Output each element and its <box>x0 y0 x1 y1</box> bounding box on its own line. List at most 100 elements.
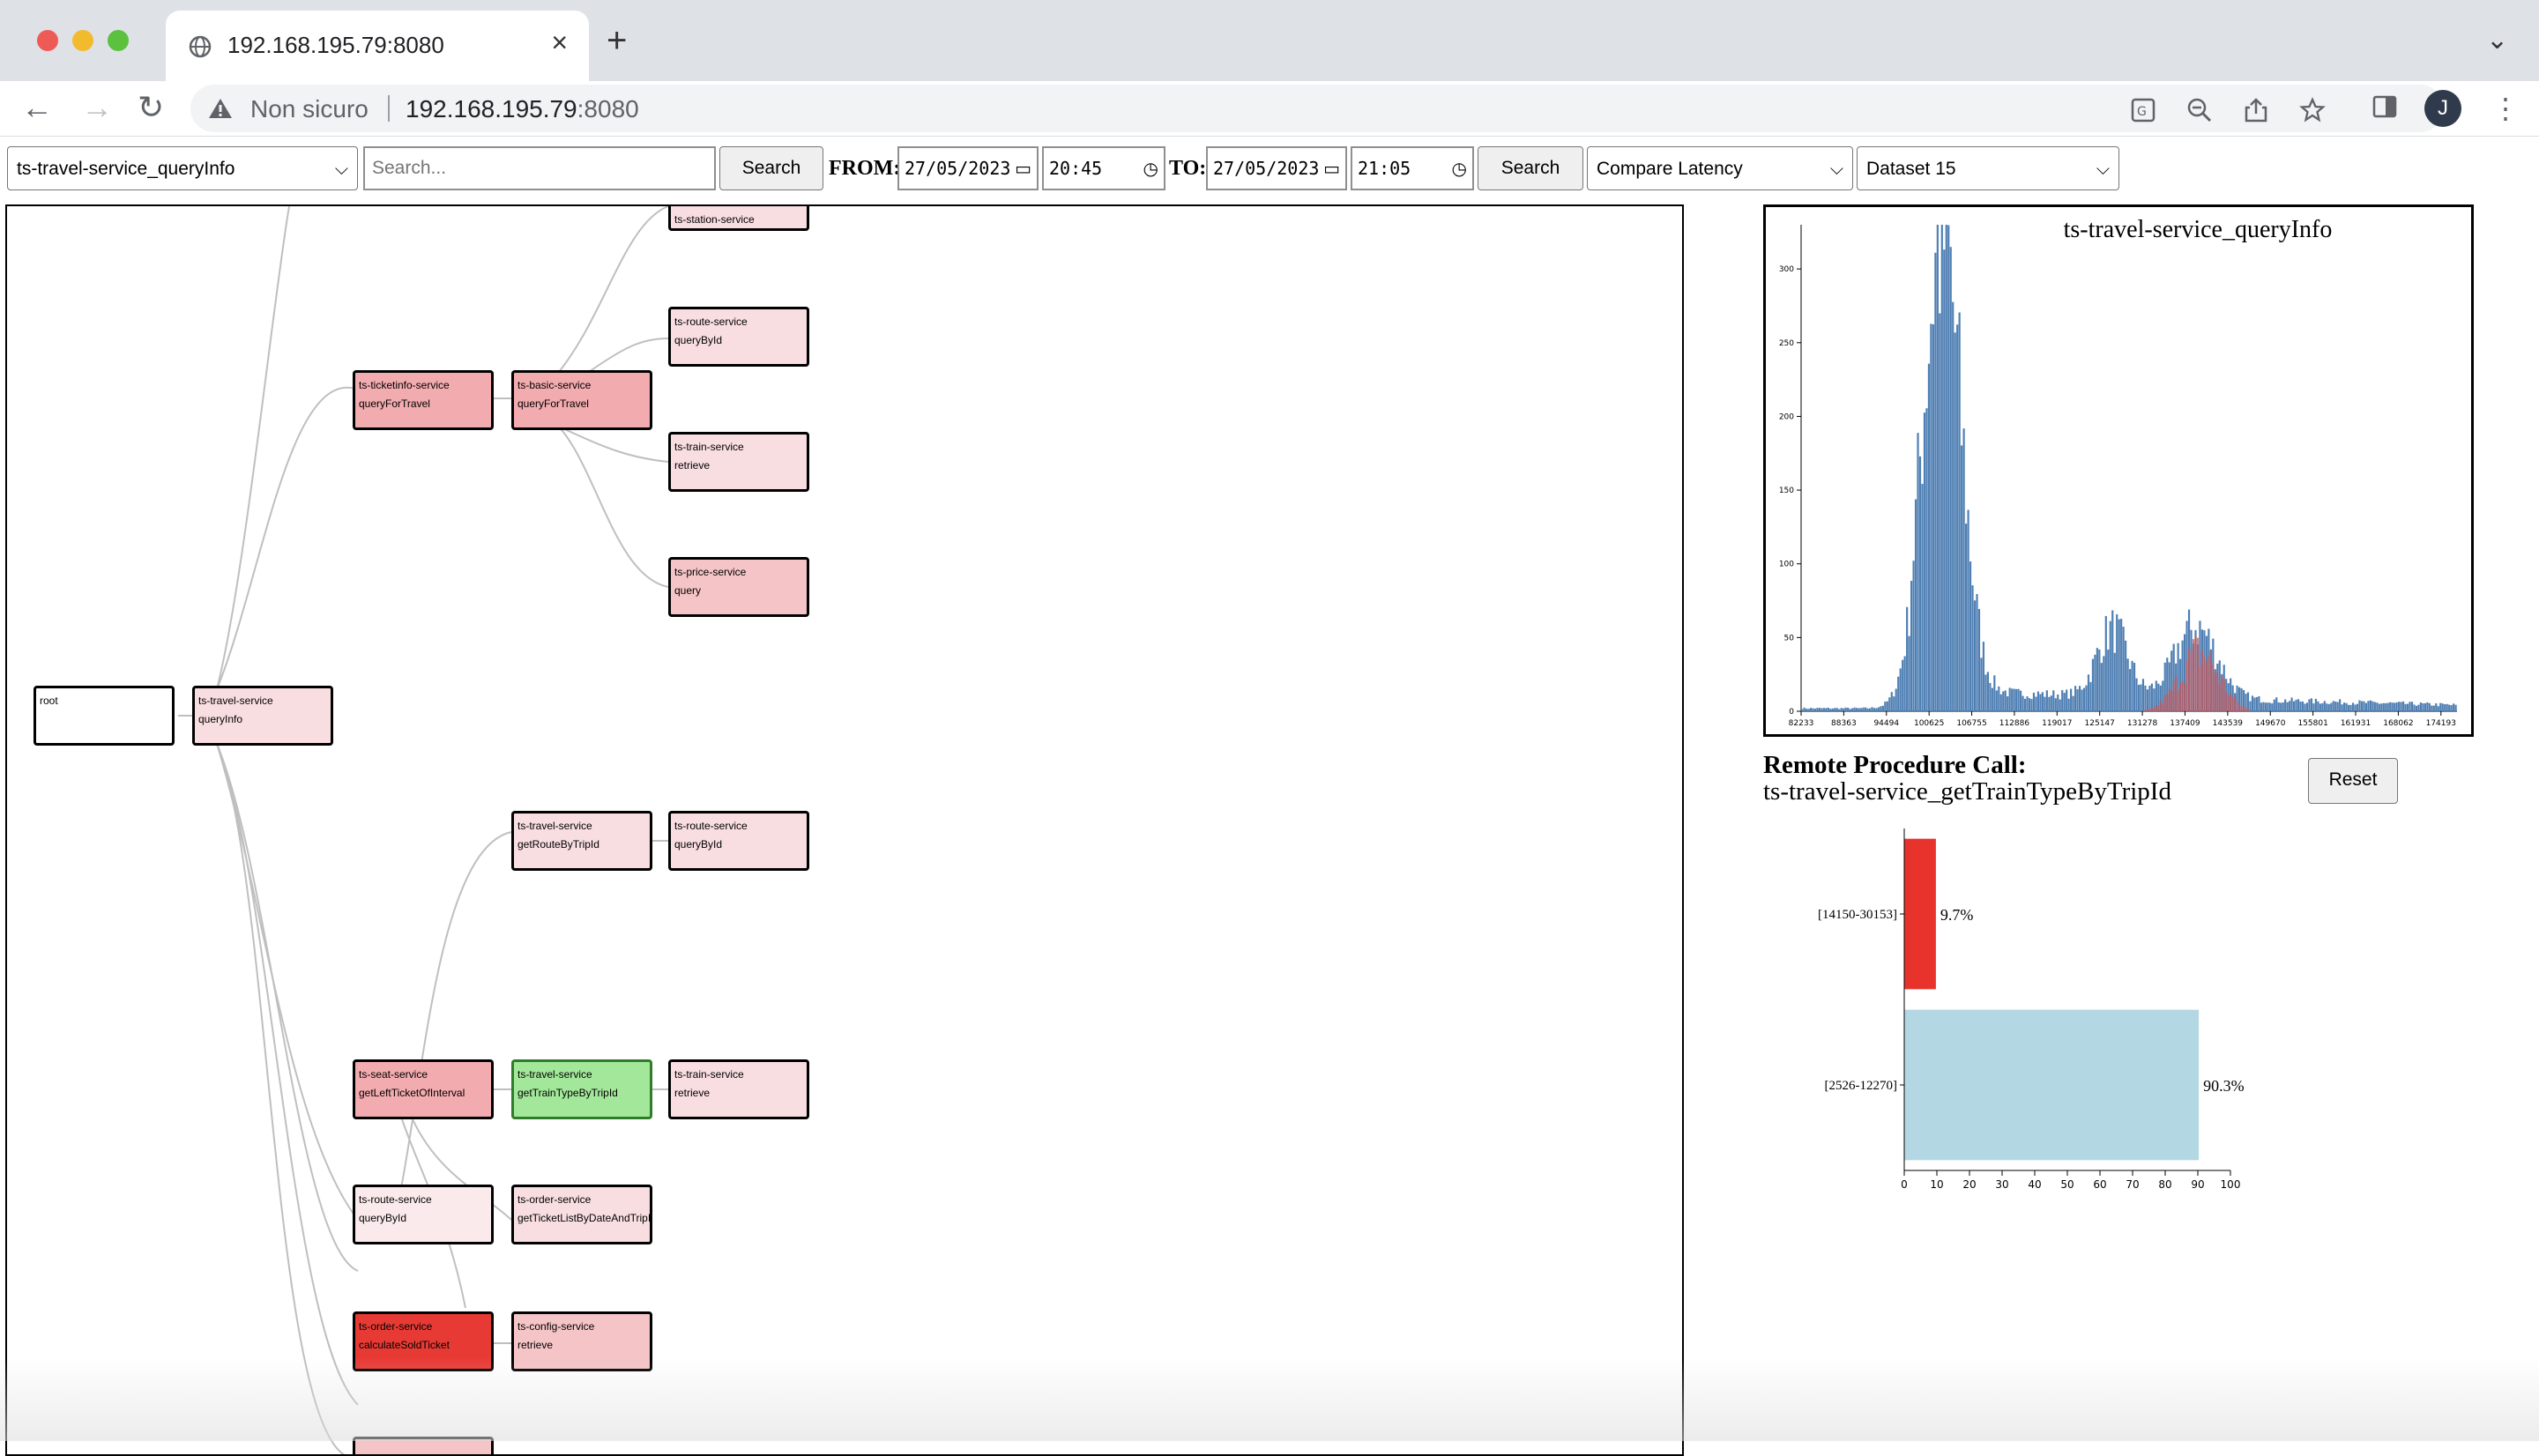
tree-node-seat[interactable]: ts-seat-service getLeftTicketOfInterval <box>353 1059 494 1119</box>
histogram-bar <box>2044 696 2046 711</box>
address-bar[interactable]: Non sicuro 192.168.195.79:8080 G <box>190 85 2444 132</box>
histogram-bar <box>1844 707 1847 711</box>
y-tick-label: 100 <box>1779 561 1794 569</box>
histogram-bar <box>2351 702 2355 711</box>
histogram-bar <box>2002 691 2005 711</box>
clock-icon[interactable]: ◷ <box>1452 148 1467 189</box>
x-tick-label: 174193 <box>2426 719 2456 728</box>
histogram-bar <box>2150 708 2153 711</box>
histogram-bar <box>2166 694 2169 711</box>
rpc-bar[interactable] <box>1904 1009 2200 1161</box>
tree-node-operation: queryForTravel <box>359 397 430 410</box>
histogram-bar <box>2074 686 2077 711</box>
browser-tab[interactable]: 192.168.195.79:8080 × <box>166 11 589 81</box>
close-window-button[interactable] <box>37 30 58 51</box>
avatar[interactable]: J <box>2424 90 2461 127</box>
tree-node-train1[interactable]: ts-train-service retrieve <box>668 432 809 492</box>
histogram-bar <box>2336 702 2339 711</box>
histogram-bar <box>2061 690 2064 711</box>
tree-node-station[interactable]: ts-station-service queryForStationId <box>668 206 809 231</box>
service-select[interactable]: ts-travel-service_queryInfo ⌵ <box>7 146 358 190</box>
url-text[interactable]: 192.168.195.79:8080 <box>406 95 639 123</box>
share-icon[interactable] <box>2243 97 2269 123</box>
histogram-bar <box>2184 683 2186 711</box>
histogram-bar <box>2153 708 2156 711</box>
histogram-bar <box>1873 708 1876 711</box>
histogram-bar <box>2015 688 2018 711</box>
tree-node-basic[interactable]: ts-basic-service queryForTravel <box>511 370 652 430</box>
mode-select[interactable]: Compare Latency ⌵ <box>1587 146 1853 190</box>
to-date-value: 27/05/2023 <box>1213 158 1320 179</box>
bookmark-star-icon[interactable] <box>2299 97 2326 123</box>
histogram-bar <box>2052 690 2055 711</box>
tree-node-root[interactable]: root <box>34 686 175 746</box>
histogram-bar <box>2280 702 2282 711</box>
side-panel-icon[interactable] <box>2371 93 2398 120</box>
tree-node-service: ts-train-service <box>674 441 744 453</box>
chevron-down-icon[interactable]: ⌄ <box>2486 25 2508 56</box>
reload-button[interactable]: ↻ <box>138 88 164 127</box>
calendar-icon[interactable]: ▭ <box>1323 148 1340 189</box>
x-tick-label: 88363 <box>1831 719 1857 728</box>
zoom-out-icon[interactable] <box>2186 97 2213 123</box>
tree-node-order1[interactable]: ts-order-service getTicketListByDateAndTr… <box>511 1185 652 1244</box>
histogram-bar <box>1805 709 1808 711</box>
maximize-window-button[interactable] <box>108 30 129 51</box>
back-button[interactable]: ← <box>21 88 53 127</box>
translate-icon[interactable]: G <box>2130 97 2156 123</box>
to-date-input[interactable]: 27/05/2023 ▭ <box>1206 146 1347 190</box>
tree-node-route2[interactable]: ts-route-service queryById <box>668 811 809 871</box>
search-range-button[interactable]: Search <box>1478 146 1583 190</box>
clock-icon[interactable]: ◷ <box>1143 148 1158 189</box>
histogram-bar <box>2230 693 2232 711</box>
histogram-bar <box>2367 701 2370 711</box>
tree-node-route3[interactable]: ts-route-service queryById <box>353 1185 494 1244</box>
tree-node-travel3[interactable]: ts-travel-service getTrainTypeByTripId <box>511 1059 652 1119</box>
more-menu-icon[interactable]: ⋮ <box>2491 92 2520 125</box>
x-tick-label: 0 <box>1901 1178 1908 1191</box>
search-input[interactable]: Search... <box>363 146 716 190</box>
histogram-bar <box>2448 704 2451 711</box>
tree-node-travel2[interactable]: ts-travel-service getRouteByTripId <box>511 811 652 871</box>
reset-button[interactable]: Reset <box>2308 758 2398 804</box>
tree-node-ticketinfo[interactable]: ts-ticketinfo-service queryForTravel <box>353 370 494 430</box>
histogram-bar <box>2157 705 2160 711</box>
histogram-bar <box>1969 561 1972 711</box>
histogram-bar <box>2170 690 2173 711</box>
security-label[interactable]: Non sicuro <box>250 95 369 123</box>
calendar-icon[interactable]: ▭ <box>1015 148 1031 189</box>
histogram-bar <box>2282 702 2284 711</box>
tree-node-operation: retrieve <box>517 1339 554 1351</box>
search-button[interactable]: Search <box>719 146 823 190</box>
from-date-input[interactable]: 27/05/2023 ▭ <box>897 146 1039 190</box>
histogram-bar <box>2317 701 2319 711</box>
histogram-bar <box>2085 685 2088 711</box>
histogram-bar <box>2205 661 2208 711</box>
from-time-input[interactable]: 20:45 ◷ <box>1042 146 1165 190</box>
close-tab-icon[interactable]: × <box>551 26 568 59</box>
minimize-window-button[interactable] <box>72 30 93 51</box>
histogram-bar <box>1880 706 1882 711</box>
call-tree-panel[interactable]: root ts-travel-service queryInfo ts-ticketi… <box>5 204 1684 1456</box>
rpc-bar[interactable] <box>1904 838 1936 990</box>
x-tick-label: 40 <box>2028 1178 2041 1191</box>
tree-node-route1[interactable]: ts-route-service queryById <box>668 307 809 367</box>
tree-node-price[interactable]: ts-price-service query <box>668 557 809 617</box>
tree-node-train2[interactable]: ts-train-service retrieve <box>668 1059 809 1119</box>
histogram-bar <box>2435 703 2438 711</box>
dataset-select[interactable]: Dataset 15 ⌵ <box>1857 146 2119 190</box>
histogram-bar <box>1888 697 1891 711</box>
histogram-bar <box>2137 685 2141 711</box>
histogram-bar <box>2380 703 2383 711</box>
histogram-bar <box>1986 672 1989 711</box>
new-tab-button[interactable]: + <box>607 23 627 58</box>
histogram-bar <box>1858 708 1860 711</box>
histogram-bar <box>2236 702 2238 711</box>
histogram-bar <box>2111 610 2114 711</box>
histogram-bar <box>2319 703 2321 711</box>
to-time-input[interactable]: 21:05 ◷ <box>1351 146 1474 190</box>
tree-node-travel[interactable]: ts-travel-service queryInfo <box>192 686 333 746</box>
histogram-bar <box>1936 225 1939 711</box>
histogram-bar <box>2323 701 2326 711</box>
forward-button[interactable]: → <box>81 88 113 127</box>
